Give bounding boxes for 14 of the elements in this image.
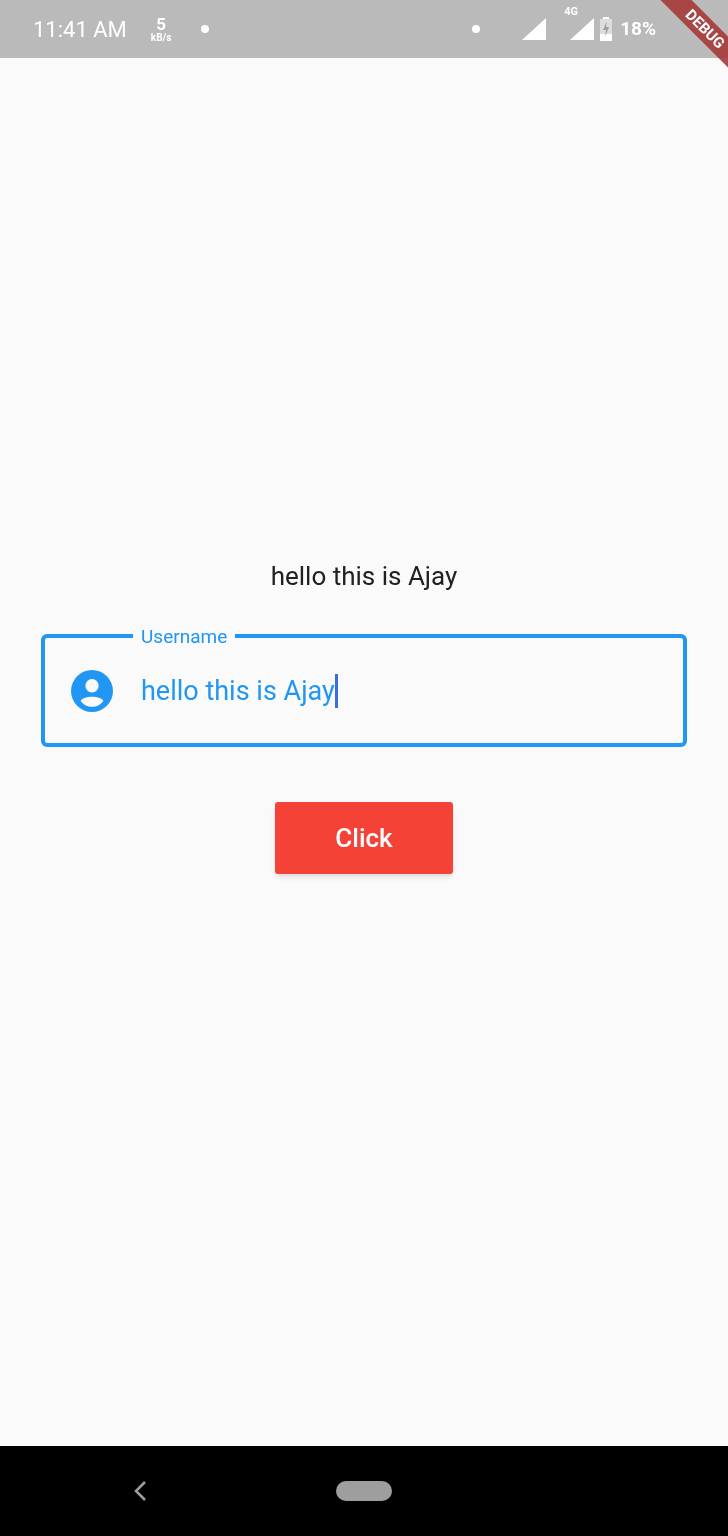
signal-icon bbox=[522, 18, 547, 40]
home-pill-icon[interactable] bbox=[336, 1481, 392, 1501]
battery-percent: 18% bbox=[620, 15, 656, 42]
clock-text: 11:41 AM bbox=[33, 15, 127, 44]
network-label: 4G bbox=[564, 4, 578, 20]
text-cursor bbox=[334, 673, 338, 708]
click-button[interactable]: Click bbox=[275, 802, 453, 874]
speed-unit: kB/s bbox=[150, 32, 172, 43]
back-icon[interactable] bbox=[132, 1480, 148, 1502]
speed-value: 5 bbox=[156, 15, 166, 33]
username-value: hello this is Ajay bbox=[141, 673, 335, 709]
signal-icon bbox=[570, 18, 595, 40]
greeting-text: hello this is Ajay bbox=[270, 560, 458, 593]
account-icon bbox=[71, 669, 113, 712]
